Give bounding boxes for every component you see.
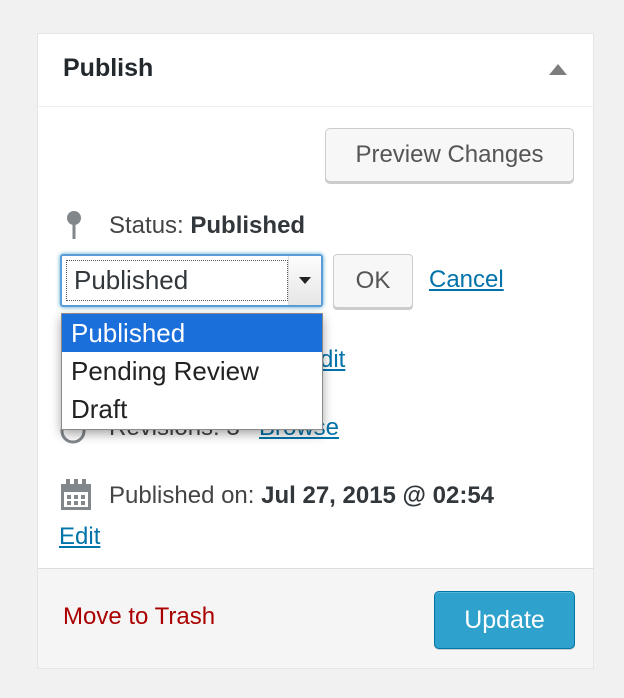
status-option-published[interactable]: Published (62, 314, 322, 352)
status-dropdown-list: Published Pending Review Draft (61, 313, 323, 430)
pin-icon (67, 211, 81, 239)
status-option-pending-review[interactable]: Pending Review (62, 352, 322, 390)
chevron-down-icon[interactable] (288, 256, 321, 305)
move-to-trash-link[interactable]: Move to Trash (63, 603, 215, 631)
status-cancel-link[interactable]: Cancel (429, 266, 504, 294)
publish-title: Publish (63, 54, 154, 82)
publish-header: Publish (38, 34, 593, 107)
published-on-label: Published on: (109, 482, 255, 509)
status-row: Status: Published (109, 212, 305, 240)
status-label: Status: (109, 212, 184, 239)
status-value: Published (190, 212, 306, 239)
collapse-arrow-icon[interactable] (549, 64, 567, 75)
status-select[interactable]: Published (60, 254, 323, 307)
visibility-edit-link[interactable]: dit (320, 346, 345, 374)
status-ok-button[interactable]: OK (333, 254, 413, 308)
status-select-value: Published (66, 260, 288, 301)
update-button[interactable]: Update (434, 591, 575, 649)
preview-changes-button[interactable]: Preview Changes (325, 128, 574, 182)
published-on-edit-link[interactable]: Edit (59, 523, 100, 551)
publish-box: Publish Preview Changes Status: Publishe… (37, 33, 594, 669)
published-on-row: Published on: Jul 27, 2015 @ 02:54 (109, 482, 494, 510)
calendar-icon (61, 479, 91, 510)
status-option-draft[interactable]: Draft (62, 390, 322, 428)
publish-footer: Move to Trash Update (38, 568, 593, 668)
published-on-value: Jul 27, 2015 @ 02:54 (261, 482, 495, 509)
